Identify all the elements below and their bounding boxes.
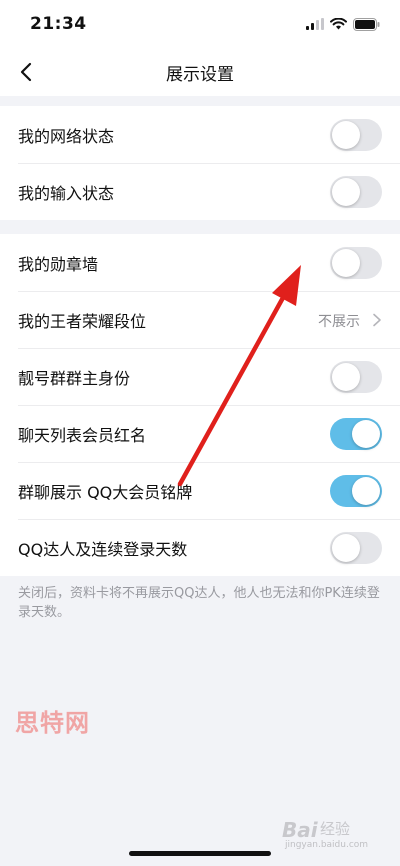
member-red-name-toggle[interactable] [330,418,382,450]
row-label: 群聊展示 QQ大会员铭牌 [18,482,193,502]
row-honor-of-kings-rank[interactable]: 我的王者荣耀段位 不展示 [0,291,400,348]
row-label: QQ达人及连续登录天数 [18,539,188,559]
baidu-watermark-sub: 经验 [320,820,351,838]
row-label: 我的王者荣耀段位 [18,311,147,331]
chevron-right-icon [373,313,381,327]
site-watermark: 思特网 [15,709,90,737]
watermark-url: jingyan.baidu.com [285,840,369,850]
input-status-toggle[interactable] [330,176,382,208]
status-icons [306,16,380,32]
row-label: 我的网络状态 [18,126,115,146]
qq-vip-badge-toggle[interactable] [330,475,382,507]
footnote: 关闭后，资料卡将不再展示QQ达人，他人也无法和你PK连续登录天数。 [18,586,380,620]
home-indicator [129,851,271,856]
page-title: 展示设置 [166,65,234,85]
vip-group-owner-toggle[interactable] [330,361,382,393]
row-label: 聊天列表会员红名 [18,425,147,445]
row-label: 我的勋章墙 [18,254,99,274]
battery-icon [353,17,380,31]
settings-group-status: 我的网络状态 我的输入状态 [0,106,400,220]
status-time: 21:34 [30,14,87,34]
row-network-status: 我的网络状态 [0,106,400,163]
nav-bar: 展示设置 [0,48,400,96]
row-qq-vip-badge: 群聊展示 QQ大会员铭牌 [0,462,400,519]
row-medal-wall: 我的勋章墙 [0,234,400,291]
wifi-icon [330,18,347,30]
baidu-watermark: Bai [282,818,318,842]
row-qq-expert-days: QQ达人及连续登录天数 [0,519,400,576]
medal-wall-toggle[interactable] [330,247,382,279]
row-label: 靓号群群主身份 [18,368,131,388]
status-bar: 21:34 [0,0,400,48]
qq-expert-days-toggle[interactable] [330,532,382,564]
row-label: 我的输入状态 [18,183,115,203]
row-member-red-name: 聊天列表会员红名 [0,405,400,462]
row-vip-group-owner: 靓号群群主身份 [0,348,400,405]
settings-group-display: 我的勋章墙 我的王者荣耀段位 不展示 靓号群群主身份 聊天列表会员红名 群聊展示… [0,234,400,576]
signal-icon [306,18,324,30]
row-input-status: 我的输入状态 [0,163,400,220]
network-status-toggle[interactable] [330,119,382,151]
rank-display-value: 不展示 [318,314,360,330]
